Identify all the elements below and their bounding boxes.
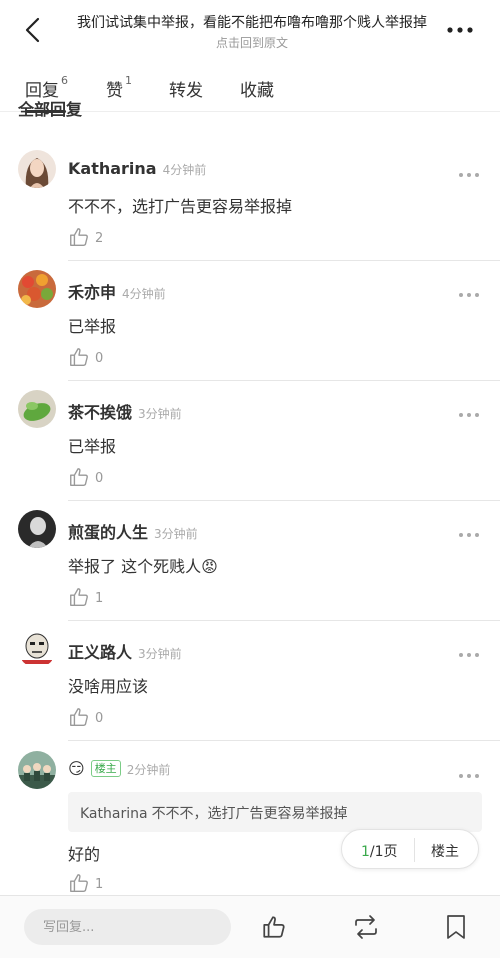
avatar[interactable] xyxy=(18,510,56,548)
tab-count: 6 xyxy=(61,74,68,87)
thumbs-up-icon xyxy=(70,228,88,246)
repost-icon[interactable] xyxy=(352,914,378,940)
page-number[interactable]: 1/1页 xyxy=(361,841,398,861)
post-title[interactable]: 我们试试集中举报，看能不能把布噜布噜那个贱人举报掉 xyxy=(62,12,442,32)
quoted-text: 不不不，选打广告更容易举报掉 xyxy=(151,806,348,822)
comment-more-icon[interactable] xyxy=(458,765,480,778)
comment-text: 已举报 xyxy=(68,437,117,456)
thumbs-up-icon xyxy=(70,348,88,366)
section-title: 全部回复 xyxy=(18,100,83,119)
back-to-original-link[interactable]: 点击回到原文 xyxy=(62,34,442,51)
timestamp: 3分钟前 xyxy=(154,527,198,541)
timestamp: 2分钟前 xyxy=(126,763,171,777)
username[interactable]: 禾亦申 4分钟前 xyxy=(68,279,166,303)
like-button[interactable]: 0 xyxy=(68,466,128,490)
divider xyxy=(414,838,415,862)
avatar[interactable] xyxy=(18,390,56,428)
thumbs-up-icon xyxy=(70,708,88,726)
avatar[interactable] xyxy=(18,150,56,188)
comment-text: 没啥用应该 xyxy=(68,677,149,696)
comment-text: 举报了 这个死贱人😡 xyxy=(68,557,218,576)
like-count: 0 xyxy=(95,471,104,486)
tab-label: 收藏 xyxy=(240,81,274,101)
username[interactable]: 茶不挨饿 3分钟前 xyxy=(68,399,182,423)
like-count: 0 xyxy=(95,711,104,726)
like-count: 0 xyxy=(95,351,104,366)
like-button[interactable]: 1 xyxy=(68,872,128,896)
comment-more-icon[interactable] xyxy=(458,644,480,657)
username[interactable]: 煎蛋的人生 3分钟前 xyxy=(68,519,198,543)
timestamp: 4分钟前 xyxy=(162,163,207,177)
tab-likes[interactable]: 赞1 xyxy=(106,74,132,101)
divider xyxy=(68,380,500,381)
chevron-left-icon[interactable] xyxy=(18,14,48,46)
like-button[interactable]: 0 xyxy=(68,346,128,370)
tab-replies[interactable]: 回复6 xyxy=(25,74,68,113)
timestamp: 3分钟前 xyxy=(138,647,182,661)
thumbs-up-icon xyxy=(70,468,88,486)
like-button[interactable]: 1 xyxy=(68,586,128,610)
thumbs-up-icon[interactable] xyxy=(261,914,287,940)
more-icon[interactable] xyxy=(442,18,478,42)
quoted-username[interactable]: Katharina xyxy=(80,806,148,822)
divider xyxy=(68,740,500,741)
page-indicator[interactable]: 1/1页 楼主 xyxy=(341,829,479,869)
owner-badge: 楼主 xyxy=(90,760,121,777)
tab-label: 回复 xyxy=(25,81,59,101)
comment-more-icon[interactable] xyxy=(458,524,480,537)
like-button[interactable]: 0 xyxy=(68,706,128,730)
tab-reposts[interactable]: 转发 xyxy=(169,76,203,101)
username[interactable]: 😏 楼主 2分钟前 xyxy=(68,759,170,778)
comment-text: 不不不，选打广告更容易举报掉 xyxy=(68,197,293,216)
username[interactable]: 正义路人 3分钟前 xyxy=(68,639,182,663)
bookmark-icon[interactable] xyxy=(444,914,470,940)
thumbs-up-icon xyxy=(70,588,88,606)
avatar[interactable] xyxy=(18,270,56,308)
avatar[interactable] xyxy=(18,630,56,668)
like-count: 1 xyxy=(95,591,104,606)
divider xyxy=(68,260,500,261)
comment-text: 好的 xyxy=(68,845,101,864)
top-bar: 我们试试集中举报，看能不能把布噜布噜那个贱人举报掉 点击回到原文 xyxy=(0,0,500,62)
like-count: 1 xyxy=(95,877,104,892)
comment-more-icon[interactable] xyxy=(458,404,480,417)
comment-text: 已举报 xyxy=(68,317,117,336)
reply-input[interactable] xyxy=(24,909,231,945)
timestamp: 3分钟前 xyxy=(138,407,182,421)
avatar[interactable] xyxy=(18,751,56,789)
tab-favorites[interactable]: 收藏 xyxy=(240,76,274,101)
comment-more-icon[interactable] xyxy=(458,284,480,297)
bottom-bar xyxy=(0,895,500,958)
username[interactable]: Katharina 4分钟前 xyxy=(68,159,206,178)
tab-label: 赞 xyxy=(106,81,123,101)
tab-count: 1 xyxy=(125,74,132,87)
divider xyxy=(68,620,500,621)
divider xyxy=(68,500,500,501)
owner-only-button[interactable]: 楼主 xyxy=(431,841,459,861)
thumbs-up-icon xyxy=(70,874,88,892)
quoted-reply[interactable]: Katharina 不不不，选打广告更容易举报掉 xyxy=(68,792,482,832)
like-count: 2 xyxy=(95,231,104,246)
comment-more-icon[interactable] xyxy=(458,164,480,177)
timestamp: 4分钟前 xyxy=(122,287,166,301)
like-button[interactable]: 2 xyxy=(68,226,128,250)
tab-label: 转发 xyxy=(169,81,203,101)
